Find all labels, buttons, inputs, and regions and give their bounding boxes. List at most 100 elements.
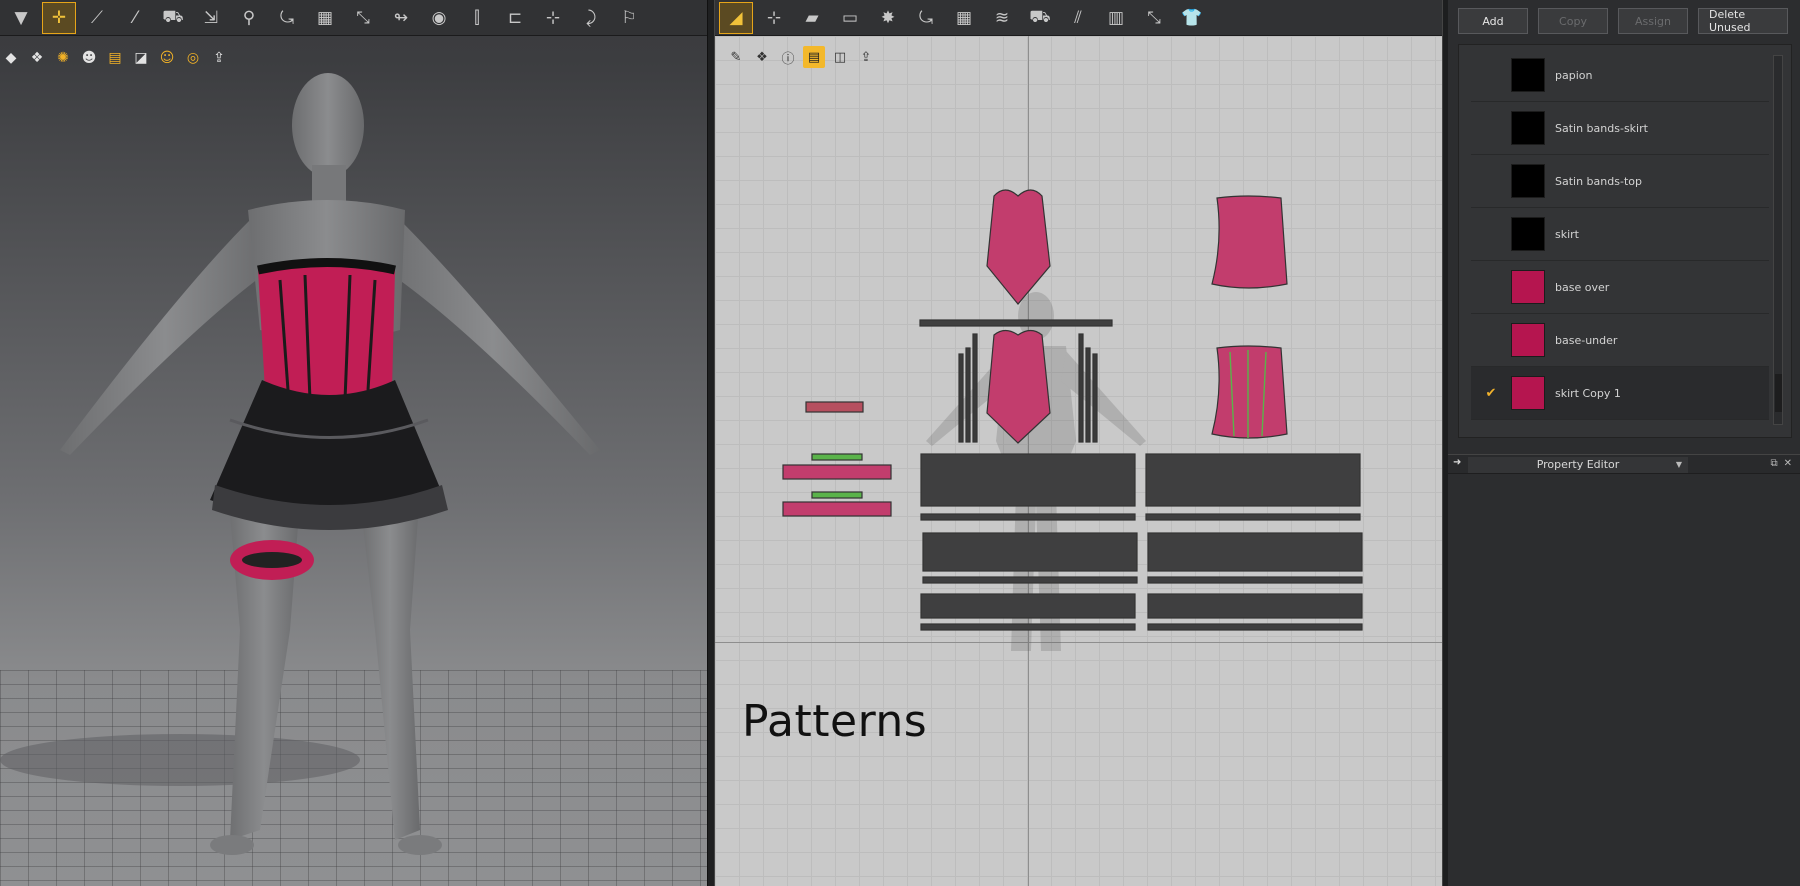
pattern-bow xyxy=(805,401,864,413)
iron-tool[interactable]: ⊏ xyxy=(498,2,532,34)
measure-tool[interactable]: ⤡ xyxy=(346,2,380,34)
pattern-skirt-4 xyxy=(1147,532,1363,572)
mesh-tool[interactable]: ▦ xyxy=(308,2,342,34)
globe-icon[interactable]: ◎ xyxy=(182,47,204,69)
fabric-list-item[interactable]: Satin bands-top xyxy=(1471,155,1769,208)
fabric-list-item[interactable]: base-under xyxy=(1471,314,1769,367)
fabric-list-item[interactable]: skirt xyxy=(1471,208,1769,261)
assign-fabric-button[interactable]: Assign xyxy=(1618,8,1688,34)
subtoolbar-3d: ◆ ❖ ✺ ☻ ▤ ◪ ☺ ◎ ⇪ xyxy=(0,47,230,69)
strengthen-tool[interactable]: ⊹ xyxy=(536,2,570,34)
fabric-swatch[interactable] xyxy=(1511,111,1545,145)
pattern-skirt-1 xyxy=(920,453,1136,507)
avatar-3d[interactable] xyxy=(0,70,707,886)
layer-icon[interactable]: ▤ xyxy=(104,47,126,69)
fabric-name: papion xyxy=(1555,68,1593,82)
fold-tool[interactable]: ⇲ xyxy=(194,2,228,34)
pattern-skirt-6 xyxy=(1147,593,1363,619)
checkmark-icon: ✔ xyxy=(1485,385,1497,401)
fabric-name: Satin bands-top xyxy=(1555,174,1642,188)
fabric-list-item[interactable]: base over xyxy=(1471,261,1769,314)
rectangle-tool[interactable]: ▭ xyxy=(833,2,867,34)
sculpt-tool[interactable]: ⤸ xyxy=(574,2,608,34)
rotate-tool[interactable]: ⤿ xyxy=(270,2,304,34)
pattern-skirt-3 xyxy=(922,532,1138,572)
delete-unused-button[interactable]: Delete Unused xyxy=(1698,8,1788,34)
pattern-skirt-5 xyxy=(920,593,1136,619)
fabric-list-item[interactable]: Satin bands-skirt xyxy=(1471,102,1769,155)
fabric-list-item[interactable]: papion xyxy=(1471,49,1769,102)
property-editor-title[interactable]: Property Editor ▼ xyxy=(1468,457,1688,473)
fabric-swatch[interactable] xyxy=(1511,58,1545,92)
property-editor-header: ➜ Property Editor ▼ ⧉ ✕ xyxy=(1448,454,1800,474)
pattern-select-tool[interactable]: ◢ xyxy=(719,1,753,34)
tack-tool[interactable]: ⛟ xyxy=(156,2,190,34)
viewport-3d[interactable]: ▼ ✛ ⟋ ⁄ ⛟ ⇲ ⚲ ⤿ ▦ ⤡ ↬ ◉ ⫿ ⊏ ⊹ ⤸ ⚐ ◆ ❖ ✺ ☻ ▤ ◪ ☺ ◎ ⇪ xyxy=(0,0,707,886)
toolbar-3d: ▼ ✛ ⟋ ⁄ ⛟ ⇲ ⚲ ⤿ ▦ ⤡ ↬ ◉ ⫿ ⊏ ⊹ ⤸ ⚐ xyxy=(0,0,707,36)
pattern-garter-band-2 xyxy=(782,501,892,517)
fabric-name: base-under xyxy=(1555,333,1618,347)
pattern-corset-back-mid xyxy=(1211,345,1288,439)
fabric-list[interactable]: ✔ skirt Copy 1 base-under base over skirt Sat… xyxy=(1458,44,1792,438)
export-icon[interactable]: ⇪ xyxy=(208,47,230,69)
pattern-waistband xyxy=(919,319,1113,327)
app-window: ▼ ✛ ⟋ ⁄ ⛟ ⇲ ⚲ ⤿ ▦ ⤡ ↬ ◉ ⫿ ⊏ ⊹ ⤸ ⚐ ◆ ❖ ✺ ☻ ▤ ◪ ☺ ◎ ⇪ xyxy=(0,0,1800,886)
object-browser-panel: Add Copy Assign Delete Unused ✔ skirt Cop… xyxy=(1448,0,1800,886)
fabric-list-scroll-thumb[interactable] xyxy=(1775,374,1782,412)
close-icon[interactable]: ✕ xyxy=(1784,458,1792,469)
fabric-buttons: Add Copy Assign Delete Unused xyxy=(1458,8,1788,34)
fabric-name: skirt xyxy=(1555,227,1579,241)
pattern-garter-band-1 xyxy=(782,464,892,480)
add-fabric-button[interactable]: Add xyxy=(1458,8,1528,34)
grid-tool[interactable]: ▦ xyxy=(947,2,981,34)
seam-tool[interactable]: ⤿ xyxy=(909,2,943,34)
pattern-pieces[interactable] xyxy=(715,36,1442,886)
skin-icon[interactable]: ☺ xyxy=(156,47,178,69)
pattern-corset-back-top xyxy=(1211,195,1288,289)
measure-tool[interactable]: ⤡ xyxy=(1137,2,1171,34)
viewport-2d[interactable]: ◢ ⊹ ▰ ▭ ✸ ⤿ ▦ ≋ ⛟ ⫽ ▥ ⤡ 👕 ✎ ❖ ⓘ ▤ ◫ ⇪ Pa… xyxy=(715,0,1442,886)
pleat-tool[interactable]: ▥ xyxy=(1099,2,1133,34)
pattern-corset-front-top xyxy=(986,189,1051,305)
segment-sewing-tool[interactable]: ⫽ xyxy=(1061,2,1095,34)
patterns-label: Patterns xyxy=(742,696,928,747)
avatar-icon[interactable]: ☻ xyxy=(78,47,100,69)
undock-icon[interactable]: ⧉ xyxy=(1770,458,1777,469)
fabric-name: skirt Copy 1 xyxy=(1555,386,1621,400)
fabric-swatch[interactable] xyxy=(1511,217,1545,251)
garment-icon[interactable]: ❖ xyxy=(26,47,48,69)
pattern-canvas[interactable]: ✎ ❖ ⓘ ▤ ◫ ⇪ Patterns xyxy=(715,36,1442,886)
panel-window-icons: ⧉ ✕ xyxy=(1770,458,1792,469)
copy-fabric-button[interactable]: Copy xyxy=(1538,8,1608,34)
fabric-swatch[interactable] xyxy=(1511,323,1545,357)
viewport-splitter[interactable] xyxy=(707,0,715,886)
internal-line-tool[interactable]: ≋ xyxy=(985,2,1019,34)
polygon-tool[interactable]: ▰ xyxy=(795,2,829,34)
draw-line-tool[interactable]: ⁄ xyxy=(118,2,152,34)
transform-tool[interactable]: ⊹ xyxy=(757,2,791,34)
chevron-down-icon: ▼ xyxy=(1675,460,1682,469)
select-move-tool[interactable]: ✛ xyxy=(42,1,76,34)
fabric-swatch[interactable] xyxy=(1511,164,1545,198)
pattern-skirt-2 xyxy=(1145,453,1361,507)
fabric-list-scrollbar[interactable] xyxy=(1773,55,1783,425)
trace-tool[interactable]: ⛟ xyxy=(1023,2,1057,34)
expand-arrow-icon[interactable]: ➜ xyxy=(1453,457,1461,468)
fabric-name: Satin bands-skirt xyxy=(1555,121,1648,135)
button-tool[interactable]: ◉ xyxy=(422,2,456,34)
shirt-tool[interactable]: 👕 xyxy=(1175,2,1209,34)
edit-pattern-tool[interactable]: ⟋ xyxy=(80,2,114,34)
fabric-swatch[interactable] xyxy=(1511,376,1545,410)
zipper-tool[interactable]: ⫿ xyxy=(460,2,494,34)
dart-tool[interactable]: ✸ xyxy=(871,2,905,34)
fabric-swatch[interactable] xyxy=(1511,270,1545,304)
pattern-corset-front-mid xyxy=(986,329,1051,444)
pin-tool[interactable]: ⚲ xyxy=(232,2,266,34)
move-down-tool[interactable]: ▼ xyxy=(4,2,38,34)
cube-icon[interactable]: ◆ xyxy=(0,47,22,69)
arrange-tool[interactable]: ↬ xyxy=(384,2,418,34)
avatar-pose-tool[interactable]: ⚐ xyxy=(612,2,646,34)
texture-icon[interactable]: ✺ xyxy=(52,47,74,69)
flat-icon[interactable]: ◪ xyxy=(130,47,152,69)
fabric-list-item[interactable]: ✔ skirt Copy 1 xyxy=(1471,367,1769,420)
